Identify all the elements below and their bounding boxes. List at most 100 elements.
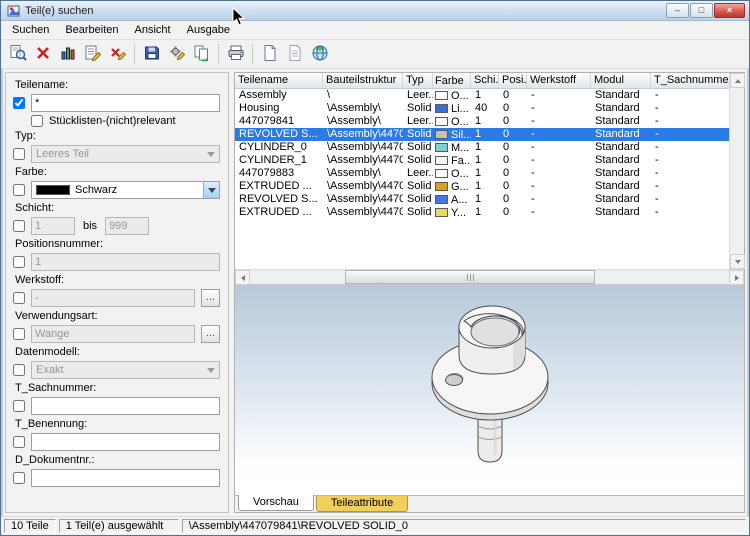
scroll-down-icon[interactable]	[730, 254, 745, 269]
schicht-checkbox[interactable]	[13, 220, 25, 232]
table-cell: -	[527, 102, 591, 115]
t-sachnummer-checkbox[interactable]	[13, 400, 25, 412]
farbe-cell: A...	[433, 193, 471, 206]
column-header[interactable]: Farbe	[433, 73, 471, 88]
delete-result-button[interactable]	[30, 42, 55, 66]
stuecklisten-checkbox[interactable]	[31, 115, 43, 127]
edit-search-list-button[interactable]	[80, 42, 105, 66]
table-row[interactable]: CYLINDER_1\Assembly\4470...SolidFa...10-…	[235, 154, 729, 167]
document-report-button[interactable]	[282, 42, 307, 66]
verwendungsart-browse-button[interactable]: ...	[201, 325, 220, 343]
table-cell: \Assembly\4470...	[323, 128, 403, 141]
schicht-from-input[interactable]	[31, 217, 75, 235]
table-cell: 0	[499, 154, 527, 167]
table-row[interactable]: REVOLVED S...\Assembly\4470...SolidA...1…	[235, 193, 729, 206]
delete-search-button[interactable]	[105, 42, 130, 66]
table-cell: -	[527, 115, 591, 128]
column-header[interactable]: Posi...	[499, 73, 527, 88]
new-document-button[interactable]	[257, 42, 282, 66]
table-cell: 0	[499, 102, 527, 115]
table-cell: 1	[471, 193, 499, 206]
menu-suchen[interactable]: Suchen	[4, 22, 57, 38]
datenmodell-checkbox[interactable]	[13, 364, 25, 376]
table-row[interactable]: CYLINDER_0\Assembly\4470...SolidM...10-S…	[235, 141, 729, 154]
hscroll-thumb[interactable]	[345, 270, 595, 284]
menu-bearbeiten[interactable]: Bearbeiten	[57, 22, 126, 38]
farbe-cell: Y...	[433, 206, 471, 219]
table-cell: -	[651, 206, 729, 219]
table-cell: 1	[471, 89, 499, 102]
column-header[interactable]: Teilename	[235, 73, 323, 88]
save-search-button[interactable]	[139, 42, 164, 66]
table-cell: -	[651, 128, 729, 141]
search-part-button[interactable]	[5, 42, 30, 66]
menu-ansicht[interactable]: Ansicht	[127, 22, 179, 38]
typ-checkbox[interactable]	[13, 148, 25, 160]
positionsnummer-checkbox[interactable]	[13, 256, 25, 268]
filter-typ: Typ: Leeres Teil	[13, 130, 220, 163]
teilename-label: Teilename:	[15, 79, 220, 91]
filter-t-sachnummer: T_Sachnummer:	[13, 382, 220, 415]
t-benennung-input[interactable]	[31, 433, 220, 451]
hscroll-track[interactable]	[250, 270, 729, 284]
horizontal-scrollbar[interactable]	[235, 269, 744, 284]
farbe-dropdown[interactable]: Schwarz	[31, 181, 220, 199]
verwendungsart-checkbox[interactable]	[13, 328, 25, 340]
teilename-input[interactable]	[31, 94, 220, 112]
copy-export-button[interactable]	[189, 42, 214, 66]
column-header[interactable]: Werkstoff	[527, 73, 591, 88]
tab-vorschau[interactable]: Vorschau	[238, 495, 314, 511]
table-row[interactable]: Housing\Assembly\SolidLi...400-Standard-	[235, 102, 729, 115]
preview-pane[interactable]	[235, 285, 744, 495]
teilename-checkbox[interactable]	[13, 97, 25, 109]
farbe-cell: G...	[433, 180, 471, 193]
werkstoff-input[interactable]	[31, 289, 195, 307]
farbe-checkbox[interactable]	[13, 184, 25, 196]
globe-button[interactable]	[307, 42, 332, 66]
minimize-button[interactable]: –	[666, 3, 689, 18]
farbe-cell: O...	[433, 115, 471, 128]
tab-teileattribute[interactable]: Teileattribute	[316, 496, 408, 512]
t-sachnummer-input[interactable]	[31, 397, 220, 415]
column-header[interactable]: Modul	[591, 73, 651, 88]
results-panel: TeilenameBauteilstrukturTypFarbeSchi...P…	[234, 72, 745, 513]
scroll-up-icon[interactable]	[730, 73, 745, 88]
d-dokumentnr-checkbox[interactable]	[13, 472, 25, 484]
close-button[interactable]: ×	[714, 3, 745, 18]
scroll-left-icon[interactable]	[235, 270, 250, 285]
positionsnummer-input[interactable]	[31, 253, 220, 271]
werkstoff-checkbox[interactable]	[13, 292, 25, 304]
typ-dropdown[interactable]: Leeres Teil	[31, 145, 220, 163]
t-benennung-checkbox[interactable]	[13, 436, 25, 448]
table-cell: Housing	[235, 102, 323, 115]
titlebar[interactable]: Teil(e) suchen – □ ×	[1, 1, 749, 21]
table-row[interactable]: EXTRUDED ...\Assembly\4470...SolidY...10…	[235, 206, 729, 219]
stuecklisten-label: Stücklisten-(nicht)relevant	[49, 115, 176, 127]
table-row[interactable]: EXTRUDED ...\Assembly\4470...SolidG...10…	[235, 180, 729, 193]
color-statistics-button[interactable]	[55, 42, 80, 66]
settings-edit-button[interactable]	[164, 42, 189, 66]
column-header[interactable]: Bauteilstruktur	[323, 73, 403, 88]
table-row[interactable]: 447079883\Assembly\Leer...O...10-Standar…	[235, 167, 729, 180]
column-header[interactable]: Typ	[403, 73, 433, 88]
column-header[interactable]: T_Sachnummer	[651, 73, 729, 88]
table-cell: \Assembly\4470...	[323, 141, 403, 154]
table-row[interactable]: 447079841\Assembly\Leer...O...10-Standar…	[235, 115, 729, 128]
table-cell: -	[527, 206, 591, 219]
maximize-button[interactable]: □	[690, 3, 713, 18]
menu-ausgabe[interactable]: Ausgabe	[179, 22, 238, 38]
datenmodell-dropdown[interactable]: Exakt	[31, 361, 220, 379]
color-swatch	[435, 143, 448, 152]
table-row[interactable]: Assembly\Leer...O...10-Standard-	[235, 89, 729, 102]
table-cell: 447079883	[235, 167, 323, 180]
column-header[interactable]: Schi...	[471, 73, 499, 88]
d-dokumentnr-input[interactable]	[31, 469, 220, 487]
part-3d-preview	[340, 285, 640, 490]
schicht-to-input[interactable]	[105, 217, 149, 235]
scroll-right-icon[interactable]	[729, 270, 744, 285]
werkstoff-browse-button[interactable]: ...	[201, 289, 220, 307]
table-row[interactable]: REVOLVED S...\Assembly\4470...SolidSil..…	[235, 128, 729, 141]
verwendungsart-input[interactable]	[31, 325, 195, 343]
print-button[interactable]	[223, 42, 248, 66]
vertical-scrollbar[interactable]	[729, 73, 744, 269]
